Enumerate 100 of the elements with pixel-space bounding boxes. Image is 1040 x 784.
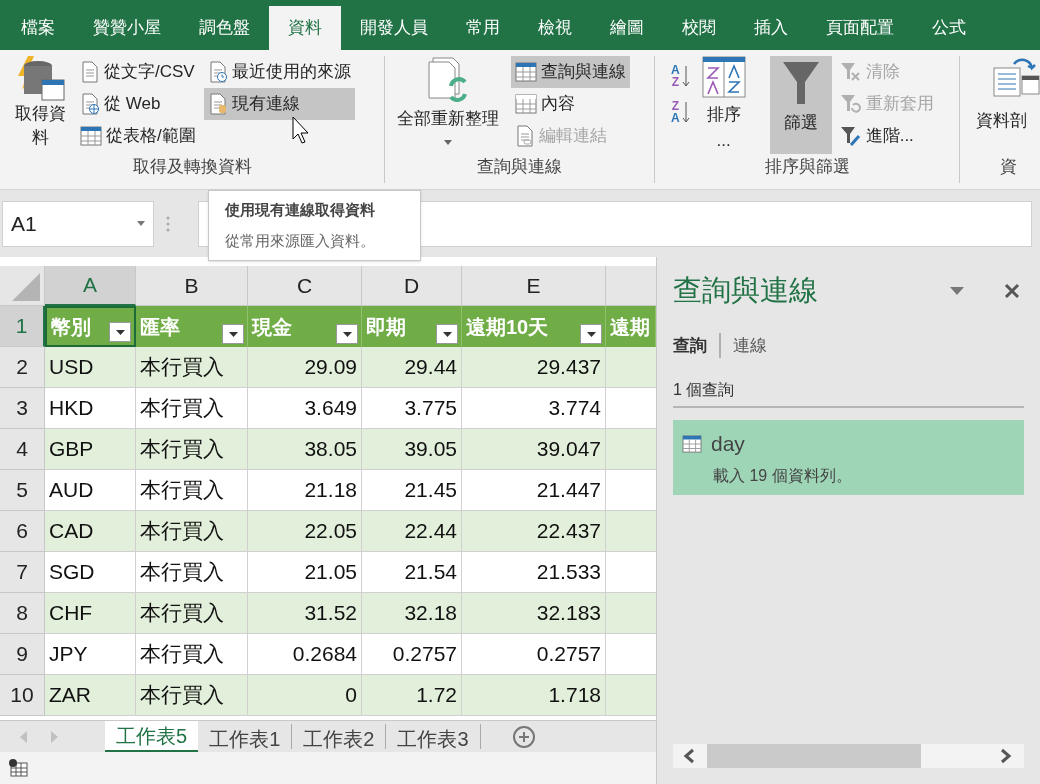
filter-dropdown-button[interactable] [336,324,358,344]
recent-file-icon [207,61,228,83]
refresh-all-button[interactable]: 全部重新整理 [397,56,499,154]
pane-tab[interactable]: 連線 [719,332,767,358]
macro-record-icon [8,759,28,777]
caret-icon [442,331,452,337]
pane-icon [515,62,537,82]
group-label: 查詢與連線 [477,155,562,178]
reapply-filter-icon [839,94,862,114]
pane-tab[interactable]: 查詢 [673,332,707,358]
ribbon-button[interactable]: 從 Web [76,88,200,120]
web-page-icon [80,93,100,115]
sheet-tab[interactable]: 工作表5 [105,721,199,752]
tooltip-text: 從常用來源匯入資料。 [225,230,376,251]
group-label: 排序與篩選 [764,156,850,178]
row-header[interactable]: 1 [0,306,45,347]
filter-dropdown-button[interactable] [222,324,244,344]
plus-icon [517,730,530,743]
pane-title: 查詢與連線 [673,273,818,308]
ribbon-button[interactable]: 查詢與連線 [511,56,630,88]
row-header[interactable]: 4 [0,429,45,470]
table-header-cell: 現金 [248,306,362,347]
ribbon-button[interactable]: 進階... [835,120,938,152]
horizontal-scrollbar[interactable] [673,744,1024,768]
ribbon-tab[interactable]: 繪圖 [591,6,663,50]
advanced-filter-icon [839,126,862,146]
ribbon-button[interactable]: 現有連線 [203,88,355,120]
link-file-icon [515,125,535,147]
text-to-columns-button[interactable]: 資料剖 [976,56,1040,154]
add-sheet-button[interactable] [512,725,535,748]
query-status: 載入 19 個資料列。 [713,465,853,486]
row-header[interactable]: 5 [0,470,45,511]
row-header[interactable]: 2 [0,347,45,388]
row-header[interactable]: 7 [0,552,45,593]
sort-dialog-icon [701,56,746,98]
ribbon-tab[interactable]: 贊贊小屋 [74,6,180,50]
ribbon-button[interactable]: 從文字/CSV [76,56,200,88]
ribbon-button[interactable]: 內容 [511,88,630,120]
caret-icon[interactable] [950,286,964,295]
scrollbar-thumb[interactable] [707,744,921,768]
sort-button[interactable]: 排序 ... [693,56,754,154]
properties-icon [515,94,537,114]
get-data-button[interactable]: 取得資料 [8,56,72,154]
caret-icon [115,329,125,335]
connection-file-icon [207,93,228,115]
sheet-tab[interactable]: 工作表3 [386,724,481,749]
filter-icon [780,60,821,106]
table-icon [681,434,703,453]
row-header[interactable]: 8 [0,593,45,634]
row-header[interactable]: 10 [0,675,45,716]
table-header-cell: 遠期 [606,306,656,347]
table-header-cell: 即期 [362,306,462,347]
row-header[interactable]: 6 [0,511,45,552]
table-cell: 本行買入 [136,675,248,716]
sort-descending-button[interactable]: Z A [671,100,690,124]
tooltip-title: 使用現有連線取得資料 [225,200,376,220]
query-item[interactable]: day 載入 19 個資料列。 [673,420,1024,495]
caret-icon [444,139,452,145]
ribbon-tab[interactable]: 插入 [735,6,807,50]
group-label: 取得及轉換資料 [132,155,252,178]
ribbon-tab[interactable]: 校閱 [663,6,735,50]
clear-filter-icon [839,62,862,82]
row-header[interactable]: 3 [0,388,45,429]
ribbon-tab[interactable]: 檢視 [519,6,591,50]
table-cell: ZAR [45,675,136,716]
table-header-cell: 遠期10天 [462,306,606,347]
down-arrow-icon [681,65,690,87]
close-icon[interactable] [1004,282,1020,299]
sheet-tab[interactable]: 工作表2 [292,724,387,749]
filter-dropdown-button[interactable] [580,324,602,344]
group-label: 資 [999,155,1017,178]
row-header[interactable]: 9 [0,634,45,675]
ribbon-tab[interactable]: 調色盤 [180,6,269,50]
query-count: 1 個查詢 [673,378,1024,408]
caret-icon [228,331,238,337]
column-header[interactable]: A [45,266,136,306]
filter-dropdown-button[interactable] [436,324,458,344]
table-icon [80,126,102,146]
sheet-tab[interactable]: 工作表1 [198,724,293,749]
name-box[interactable]: A1 [2,200,154,247]
drag-handle-icon [166,215,170,232]
ribbon-tab[interactable]: 開發人員 [341,6,447,50]
mouse-cursor-icon [291,116,312,144]
table-cell: 1.718 [462,675,606,716]
ribbon-tab[interactable]: 頁面配置 [807,6,913,50]
filter-button[interactable]: 篩選 [769,56,832,154]
ribbon-tab[interactable]: 常用 [447,6,519,50]
ribbon-button[interactable]: 從表格/範圍 [76,120,200,152]
caret-icon [586,331,596,337]
table-cell: 1.72 [362,675,462,716]
caret-icon [342,331,352,337]
down-arrow-icon [681,101,690,123]
ribbon-button[interactable]: 最近使用的來源 [203,56,355,88]
ribbon-tab[interactable]: 公式 [913,6,985,50]
ribbon-tab[interactable]: 檔案 [2,6,74,50]
ribbon-tab[interactable]: 資料 [269,6,341,50]
sort-ascending-button[interactable]: A Z [671,64,690,88]
table-header-cell: 匯率 [136,306,248,347]
query-name: day [711,431,745,457]
filter-dropdown-button[interactable] [109,322,131,342]
